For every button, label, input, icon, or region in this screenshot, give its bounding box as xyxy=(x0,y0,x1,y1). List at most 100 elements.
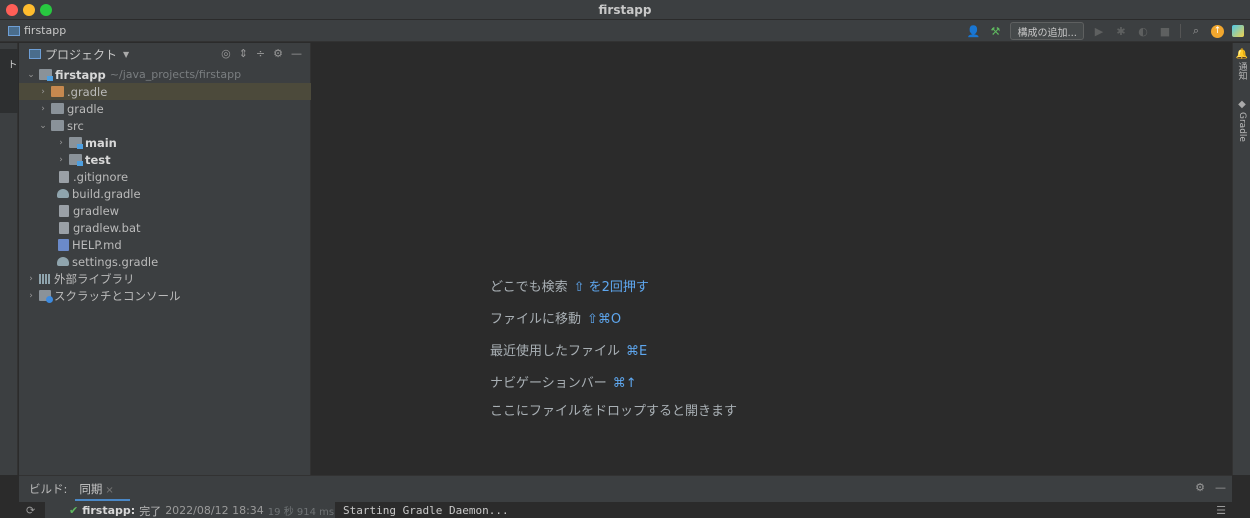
gradle-file-icon xyxy=(57,257,69,266)
tree-item-label: スクラッチとコンソール xyxy=(54,288,181,303)
chevron-right-icon[interactable]: › xyxy=(25,291,37,301)
hint-shortcut: ⌘↑ xyxy=(612,376,637,391)
project-panel-title[interactable]: プロジェクト xyxy=(45,46,117,63)
module-folder-icon xyxy=(39,69,53,81)
breadcrumb-project-name: firstapp xyxy=(24,24,67,37)
hint-recent-files: 最近使用したファイル ⌘E xyxy=(490,340,647,359)
hint-text: ファイルに移動 xyxy=(490,312,582,327)
hint-text: ナビゲーションバー xyxy=(490,376,607,391)
search-icon[interactable]: ⌕ xyxy=(1189,24,1203,38)
tree-item-src[interactable]: ⌄ src xyxy=(19,117,311,134)
tree-item-gradlew-bat[interactable]: gradlew.bat xyxy=(19,219,311,236)
tree-item-label: gradle xyxy=(67,101,104,116)
title-bar: firstapp xyxy=(0,0,1250,20)
build-result-time: 2022/08/12 18:34 xyxy=(165,504,264,517)
update-icon[interactable]: ↑ xyxy=(1211,24,1224,38)
gradle-tool-tab[interactable]: ◆ Gradle xyxy=(1235,99,1249,142)
close-icon[interactable]: × xyxy=(105,485,113,496)
hint-go-to-file: ファイルに移動 ⇧⌘O xyxy=(490,308,621,327)
hint-drop-files: ここにファイルをドロップすると開きます xyxy=(490,400,737,419)
tree-item-label: settings.gradle xyxy=(72,254,159,269)
tree-item-external-libraries[interactable]: › 外部ライブラリ xyxy=(19,270,311,287)
tree-item-dot-gradle[interactable]: › .gradle xyxy=(19,83,311,100)
toolbar-divider xyxy=(1180,24,1181,38)
collapse-all-icon[interactable]: ÷ xyxy=(256,47,265,60)
chevron-down-icon[interactable]: ⌄ xyxy=(37,121,49,131)
tree-item-help-md[interactable]: HELP.md xyxy=(19,236,311,253)
tree-item-settings-gradle[interactable]: settings.gradle xyxy=(19,253,311,270)
hint-text: どこでも検索 xyxy=(490,280,568,295)
chevron-right-icon[interactable]: › xyxy=(37,87,49,97)
chevron-down-icon[interactable]: ⌄ xyxy=(25,70,37,80)
text-file-icon xyxy=(59,221,69,234)
stop-icon[interactable]: ■ xyxy=(1158,24,1172,38)
build-result-duration: 19 秒 914 ms xyxy=(267,507,335,518)
tree-item-label: firstapp xyxy=(55,67,106,82)
tree-item-firstapp[interactable]: ⌄ firstapp ~/java_projects/firstapp xyxy=(19,66,311,83)
coverage-icon[interactable]: ◐ xyxy=(1136,24,1150,38)
project-tool-tab[interactable]: プロジェクト xyxy=(0,49,31,113)
chevron-down-icon[interactable]: ▼ xyxy=(123,50,129,59)
locate-file-icon[interactable]: ◎ xyxy=(221,47,231,60)
debug-icon[interactable]: ✱ xyxy=(1114,24,1128,38)
project-folder-icon xyxy=(8,25,20,36)
right-tool-strip: 🔔 通知 ◆ Gradle xyxy=(1232,43,1250,475)
tree-item-label: src xyxy=(67,118,84,133)
chevron-right-icon[interactable]: › xyxy=(25,274,37,284)
build-output-row: ⟳ ✔ firstapp: 完了 2022/08/12 18:34 19 秒 9… xyxy=(19,502,1232,518)
refresh-icon[interactable]: ⟳ xyxy=(26,504,35,517)
hint-shortcut: ⇧⌘O xyxy=(587,312,622,327)
project-panel-actions: ◎ ⇕ ÷ ⚙ — xyxy=(221,47,302,60)
tree-item-build-gradle[interactable]: build.gradle xyxy=(19,185,311,202)
tree-item-label: 外部ライブラリ xyxy=(54,271,135,286)
tree-item-label: .gitignore xyxy=(73,169,129,184)
tree-item-label: gradlew.bat xyxy=(73,220,141,235)
build-result-status: 完了 xyxy=(139,504,162,518)
breadcrumb-project[interactable]: firstapp xyxy=(8,24,66,37)
tree-item-label: HELP.md xyxy=(72,237,122,252)
add-configuration-button[interactable]: 構成の追加... xyxy=(1010,22,1084,40)
project-panel: プロジェクト ▼ ◎ ⇕ ÷ ⚙ — ⌄ firstapp ~/java_pro… xyxy=(19,43,311,475)
run-icon[interactable]: ▶ xyxy=(1092,24,1106,38)
hide-panel-icon[interactable]: — xyxy=(1215,481,1226,494)
tree-item-scratches[interactable]: › スクラッチとコンソール xyxy=(19,287,311,304)
editor-area[interactable]: どこでも検索 ⇧ を2回押す ファイルに移動 ⇧⌘O 最近使用したファイル ⌘E ナビ… xyxy=(312,43,1232,475)
hint-navigation-bar: ナビゲーションバー ⌘↑ xyxy=(490,372,637,391)
tree-item-label: test xyxy=(85,152,111,167)
user-account-icon[interactable]: 👤 xyxy=(966,24,981,38)
chevron-right-icon[interactable]: › xyxy=(55,138,67,148)
gear-icon[interactable]: ⚙ xyxy=(273,47,283,60)
plugin-icon[interactable] xyxy=(1232,25,1244,37)
tree-item-gradlew[interactable]: gradlew xyxy=(19,202,311,219)
checkmark-icon: ✔ xyxy=(69,504,79,517)
tab-sync-label: 同期 xyxy=(79,482,103,496)
build-hammer-icon[interactable]: ⚒ xyxy=(988,24,1002,38)
chevron-right-icon[interactable]: › xyxy=(37,104,49,114)
hint-text: ここにファイルをドロップすると開きます xyxy=(490,404,738,419)
gitignore-file-icon xyxy=(59,170,69,183)
tree-item-label: gradlew xyxy=(73,203,120,218)
gear-icon[interactable]: ⚙ xyxy=(1195,481,1205,494)
build-result-name: firstapp: xyxy=(82,504,136,517)
hide-panel-icon[interactable]: — xyxy=(291,47,302,60)
chevron-right-icon[interactable]: › xyxy=(55,155,67,165)
tree-item-label: .gradle xyxy=(67,84,108,99)
build-tool-window: ビルド: 同期 × ⚙ — ⟳ ✔ firstapp: 完了 2022/08/12… xyxy=(19,475,1232,518)
build-label: ビルド: xyxy=(29,482,68,496)
soft-wrap-icon[interactable]: ☰ xyxy=(1216,504,1226,517)
build-result-item[interactable]: ✔ firstapp: 完了 2022/08/12 18:34 19 秒 914… xyxy=(45,502,335,518)
tree-item-gitignore[interactable]: .gitignore xyxy=(19,168,311,185)
tree-item-gradle[interactable]: › gradle xyxy=(19,100,311,117)
tab-sync[interactable]: 同期 × xyxy=(75,481,131,501)
excluded-folder-icon xyxy=(51,86,64,97)
expand-all-icon[interactable]: ⇕ xyxy=(239,47,248,60)
gradle-elephant-icon: ◆ xyxy=(1238,99,1246,110)
tree-item-main[interactable]: › main xyxy=(19,134,311,151)
tree-item-label: main xyxy=(85,135,117,150)
scratches-icon xyxy=(39,290,53,303)
folder-icon xyxy=(51,103,64,114)
test-folder-icon xyxy=(69,154,83,166)
console-output: Starting Gradle Daemon... xyxy=(343,504,509,517)
tree-item-test[interactable]: › test xyxy=(19,151,311,168)
notifications-tool-tab[interactable]: 🔔 通知 xyxy=(1235,49,1249,80)
